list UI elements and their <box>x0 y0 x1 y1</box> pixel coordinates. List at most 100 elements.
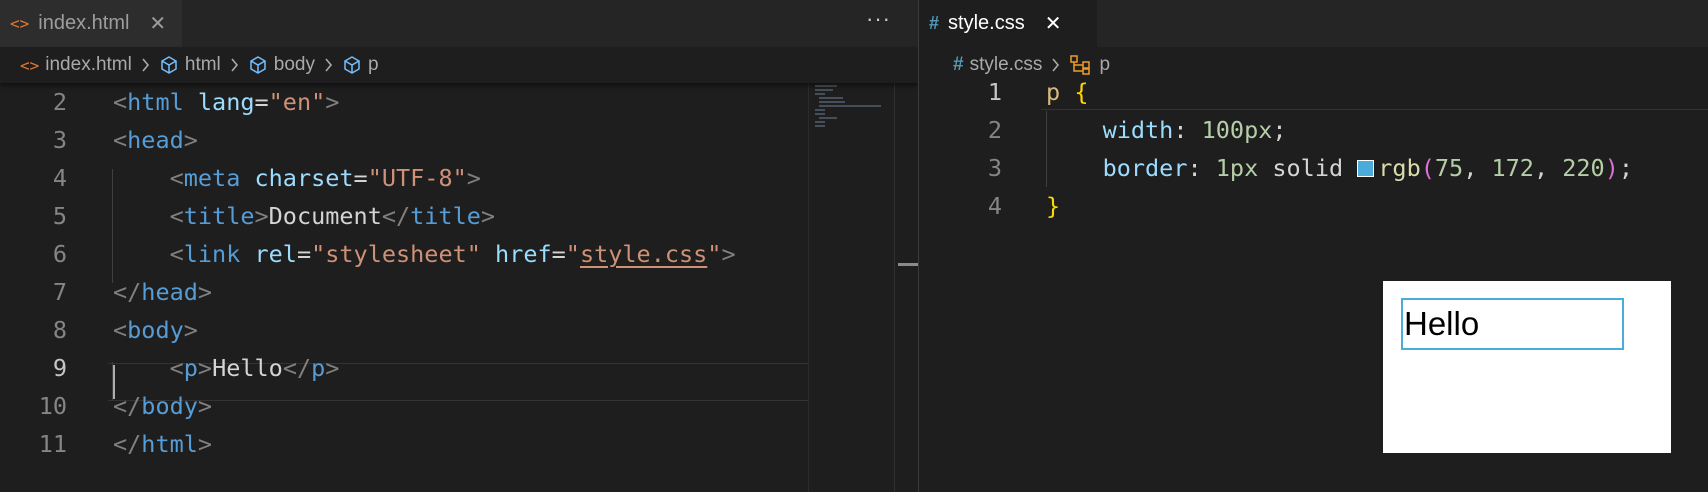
code-text: width: 100px; <box>1046 111 1287 149</box>
breadcrumb-label: html <box>184 54 221 75</box>
code-editor-html[interactable]: 2 <html lang="en"> 3 <head> 4 <meta charset=… <box>0 83 918 492</box>
code-brackets-icon: <> <box>10 14 30 33</box>
more-actions-icon[interactable]: ··· <box>866 6 891 32</box>
code-token: < <box>169 240 184 268</box>
close-icon[interactable]: ✕ <box>149 11 166 36</box>
code-token: </ <box>282 354 312 382</box>
hash-icon: # <box>929 13 940 33</box>
code-token: width <box>1102 116 1174 144</box>
chevron-right-icon <box>1051 58 1060 72</box>
tab-index-html[interactable]: <> index.html ✕ <box>0 0 182 47</box>
vertical-scrollbar[interactable] <box>894 83 918 492</box>
code-token: { <box>1074 78 1089 106</box>
code-line[interactable]: 11 </html> <box>0 425 808 463</box>
code-line[interactable]: 2 <html lang="en"> <box>0 83 808 121</box>
minimap[interactable] <box>808 83 895 492</box>
minimap-line <box>815 93 825 95</box>
code-token: < <box>169 202 184 230</box>
breadcrumb-p[interactable]: p <box>342 54 379 76</box>
code-line[interactable]: 3 <head> <box>0 121 808 159</box>
minimap-line <box>815 121 825 123</box>
line-number: 8 <box>52 316 67 344</box>
code-token: : <box>1173 116 1202 144</box>
breadcrumb-file[interactable]: <> index.html <box>20 54 132 76</box>
code-token: = <box>296 240 312 268</box>
editor-group-left: <> index.html ✕ ··· <> index.html html b… <box>0 0 918 492</box>
code-token: </ <box>113 278 142 306</box>
code-token: lang <box>197 88 255 116</box>
code-text: <html lang="en"> <box>113 83 339 121</box>
code-text: <meta charset="UTF-8"> <box>113 159 481 197</box>
breadcrumb-label: p <box>367 54 379 75</box>
code-token: > <box>183 316 198 344</box>
code-line[interactable]: 8 <body> <box>0 311 808 349</box>
code-token: > <box>183 126 198 154</box>
code-token: > <box>197 392 213 420</box>
line-number: 3 <box>987 154 1002 182</box>
code-line[interactable]: 4 <meta charset="UTF-8"> <box>0 159 808 197</box>
code-line[interactable]: 9 <p>Hello</p> <box>0 349 808 387</box>
minimap-line <box>819 105 881 107</box>
code-line[interactable]: 3 border: 1px solid rgb(75, 172, 220); <box>919 149 1708 187</box>
code-token: "stylesheet" <box>311 240 481 268</box>
code-line[interactable]: 5 <title>Document</title> <box>0 197 808 235</box>
code-token: 220 <box>1562 154 1605 182</box>
code-token: = <box>254 88 269 116</box>
code-line[interactable]: 2 width: 100px; <box>919 111 1708 149</box>
code-line[interactable]: 6 <link rel="stylesheet" href="style.css… <box>0 235 808 273</box>
code-token: rgb <box>1378 154 1421 182</box>
code-token: meta <box>183 164 241 192</box>
code-text: <head> <box>113 121 198 159</box>
code-text: p { <box>1046 73 1088 111</box>
code-token: > <box>325 354 340 382</box>
chevron-right-icon <box>230 58 239 72</box>
code-line[interactable]: 7 </head> <box>0 273 808 311</box>
code-token: html <box>127 88 184 116</box>
code-text: <body> <box>113 311 198 349</box>
code-token: = <box>353 164 368 192</box>
code-token: rel <box>254 240 297 268</box>
code-token: < <box>169 164 184 192</box>
tab-style-css[interactable]: # style.css ✕ <box>919 0 1097 47</box>
code-token: ; <box>1272 116 1287 144</box>
code-token: > <box>466 164 481 192</box>
code-token: charset <box>254 164 354 192</box>
code-line[interactable]: 1 p { <box>919 73 1708 111</box>
line-number: 7 <box>52 278 67 306</box>
code-token: > <box>721 240 736 268</box>
tab-bar: <> index.html ✕ ··· <box>0 0 918 47</box>
code-token: p <box>1046 78 1061 106</box>
code-token: link <box>183 240 241 268</box>
code-text: </head> <box>113 273 212 311</box>
minimap-line <box>815 109 825 111</box>
line-number: 11 <box>38 430 67 458</box>
code-token: </ <box>381 202 411 230</box>
code-token: " <box>565 240 580 268</box>
code-line[interactable]: 4} <box>919 187 1708 225</box>
code-line[interactable]: 10 </body> <box>0 387 808 425</box>
breadcrumb: <> index.html html body p <box>0 47 918 83</box>
color-swatch[interactable] <box>1357 160 1375 177</box>
code-text: </html> <box>113 425 212 463</box>
code-token: title <box>410 202 481 230</box>
breadcrumb-body[interactable]: body <box>248 54 315 76</box>
editor-group-right: # style.css ✕ # style.css p 1p {2 width:… <box>919 0 1708 492</box>
code-token: Document <box>268 202 382 230</box>
minimap-line <box>815 125 825 127</box>
minimap-line <box>815 113 825 115</box>
breadcrumb-html[interactable]: html <box>159 54 221 76</box>
code-token: , <box>1463 154 1492 182</box>
close-icon[interactable]: ✕ <box>1045 11 1062 36</box>
code-token: 75 <box>1434 154 1464 182</box>
code-token: 1px <box>1215 154 1259 182</box>
scrollbar-cursor-marker <box>898 263 918 266</box>
code-token: < <box>169 354 184 382</box>
code-token: > <box>254 202 269 230</box>
